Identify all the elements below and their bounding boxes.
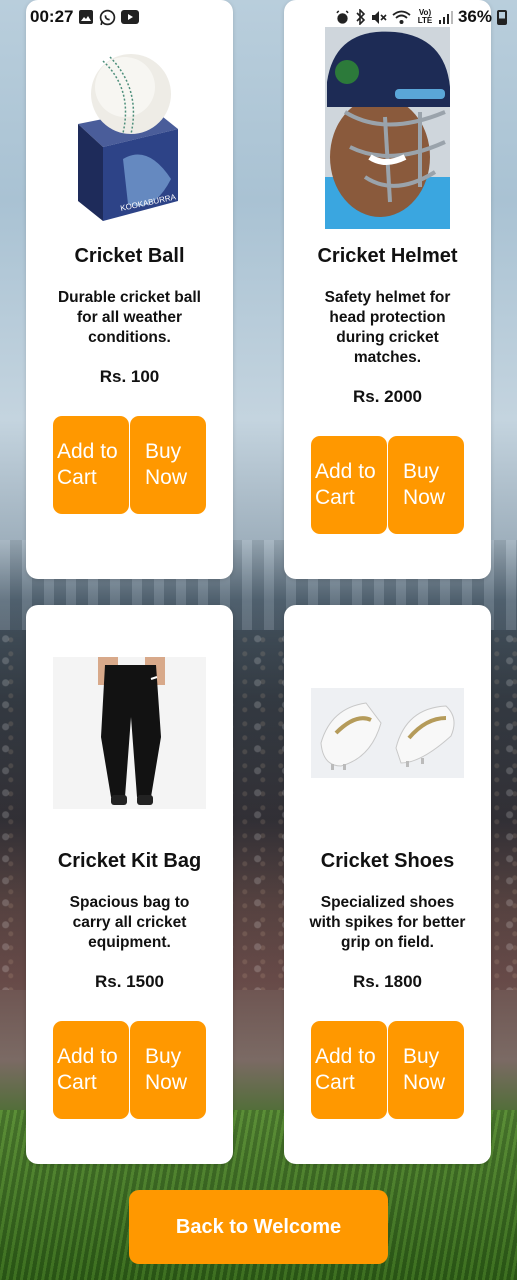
add-to-cart-button[interactable]: Add to Cart <box>53 416 129 514</box>
buy-now-button[interactable]: Buy Now <box>388 1021 464 1119</box>
signal-icon <box>438 10 453 24</box>
product-card: Cricket Kit Bag Spacious bag to carry al… <box>26 605 233 1164</box>
product-card: Cricket Shoes Specialized shoes with spi… <box>284 605 491 1164</box>
product-description: Spacious bag to carry all cricket equipm… <box>69 894 190 951</box>
product-description: Durable cricket ball for all weather con… <box>57 289 201 346</box>
whatsapp-icon <box>99 9 116 26</box>
product-price: Rs. 1800 <box>353 972 422 991</box>
add-to-cart-button[interactable]: Add to Cart <box>311 436 387 534</box>
product-actions: Add to Cart Buy Now <box>311 1021 464 1119</box>
youtube-icon <box>121 10 140 24</box>
battery-icon <box>497 9 507 25</box>
cricket-helmet-image <box>325 27 450 229</box>
buy-now-button[interactable]: Buy Now <box>130 1021 206 1119</box>
product-actions: Add to Cart Buy Now <box>53 416 206 514</box>
add-to-cart-button[interactable]: Add to Cart <box>311 1021 387 1119</box>
battery-percent: 36% <box>457 7 492 26</box>
product-price: Rs. 100 <box>99 367 160 386</box>
buy-now-button[interactable]: Buy Now <box>130 416 206 514</box>
product-title: Cricket Shoes <box>320 850 455 872</box>
product-price: Rs. 2000 <box>353 387 422 406</box>
wifi-icon <box>392 10 411 25</box>
mute-icon <box>371 10 387 25</box>
alarm-icon <box>335 9 350 25</box>
product-card: Cricket Helmet Safety helmet for head pr… <box>284 0 491 579</box>
back-to-welcome-button[interactable]: Back to Welcome <box>129 1190 388 1264</box>
status-bar: 00:27 Vo) LTE 36% <box>0 0 517 34</box>
product-actions: Add to Cart Buy Now <box>53 1021 206 1119</box>
cricket-ball-image: KOOKABURRA <box>53 29 206 229</box>
product-actions: Add to Cart Buy Now <box>311 436 464 534</box>
product-price: Rs. 1500 <box>95 972 164 991</box>
gallery-icon <box>78 9 94 25</box>
buy-now-button[interactable]: Buy Now <box>388 436 464 534</box>
product-description: Specialized shoes with spikes for better… <box>309 894 466 951</box>
network-type: Vo) LTE <box>417 8 433 25</box>
add-to-cart-button[interactable]: Add to Cart <box>53 1021 129 1119</box>
product-title: Cricket Kit Bag <box>57 850 202 872</box>
track-pants-image <box>53 657 206 809</box>
product-title: Cricket Helmet <box>317 245 458 267</box>
cricket-shoes-image <box>311 688 464 778</box>
clock: 00:27 <box>30 7 74 26</box>
product-description: Safety helmet for head protection during… <box>324 289 451 366</box>
bluetooth-icon <box>355 9 366 25</box>
product-title: Cricket Ball <box>74 245 185 267</box>
product-card: KOOKABURRA Cricket Ball Durable cricket … <box>26 0 233 579</box>
